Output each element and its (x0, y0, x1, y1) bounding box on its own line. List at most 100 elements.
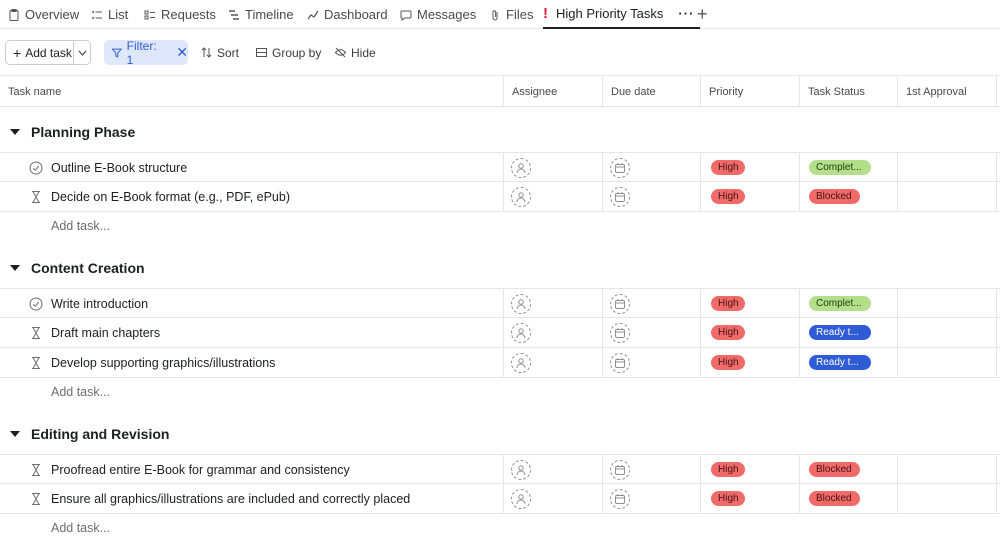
add-task-button[interactable]: + Add task (6, 41, 74, 64)
collapse-triangle-icon[interactable] (10, 129, 20, 135)
calendar-icon[interactable] (610, 293, 630, 314)
tab-files[interactable]: Files (489, 0, 533, 29)
calendar-icon[interactable] (610, 488, 630, 509)
more-options-icon[interactable]: ··· (678, 6, 694, 21)
assignee-cell[interactable] (511, 289, 531, 318)
tab-high-priority-tasks[interactable]: ! High Priority Tasks ··· (543, 0, 701, 29)
due-date-cell[interactable] (610, 455, 630, 484)
add-task-dropdown[interactable] (74, 41, 90, 64)
section-header[interactable]: Planning Phase (10, 124, 135, 140)
task-name-cell[interactable]: Write introduction (29, 289, 148, 318)
collapse-triangle-icon[interactable] (10, 431, 20, 437)
task-name-cell[interactable]: Ensure all graphics/illustrations are in… (29, 484, 410, 513)
due-date-cell[interactable] (610, 348, 630, 377)
assignee-placeholder-icon[interactable] (511, 352, 531, 373)
tab-requests[interactable]: Requests (144, 0, 216, 29)
table-row[interactable]: Develop supporting graphics/illustration… (0, 348, 1000, 378)
section-header[interactable]: Editing and Revision (10, 426, 169, 442)
priority-cell[interactable]: High (711, 289, 745, 318)
tab-messages[interactable]: Messages (400, 0, 476, 29)
status-cell[interactable]: Complet... (809, 153, 871, 182)
task-name[interactable]: Ensure all graphics/illustrations are in… (51, 492, 410, 506)
calendar-icon[interactable] (610, 459, 630, 480)
priority-cell[interactable]: High (711, 153, 745, 182)
tab-timeline[interactable]: Timeline (228, 0, 294, 29)
approval-cell[interactable] (898, 455, 996, 484)
assignee-placeholder-icon[interactable] (511, 293, 531, 314)
task-name[interactable]: Proofread entire E-Book for grammar and … (51, 463, 350, 477)
section-header[interactable]: Content Creation (10, 260, 145, 276)
task-name-cell[interactable]: Proofread entire E-Book for grammar and … (29, 455, 350, 484)
tab-overview[interactable]: Overview (8, 0, 79, 29)
add-tab-icon[interactable]: + (697, 5, 708, 23)
approval-cell[interactable] (898, 182, 996, 211)
assignee-cell[interactable] (511, 348, 531, 377)
due-date-cell[interactable] (610, 182, 630, 211)
status-cell[interactable]: Complet... (809, 289, 871, 318)
group-by-button[interactable]: Group by (256, 40, 321, 65)
assignee-cell[interactable] (511, 318, 531, 347)
assignee-placeholder-icon[interactable] (511, 322, 531, 343)
table-row[interactable]: Draft main chapters High Ready t... (0, 318, 1000, 348)
task-name[interactable]: Develop supporting graphics/illustration… (51, 356, 275, 370)
clear-filter-icon[interactable]: ✕ (176, 44, 188, 61)
task-name[interactable]: Write introduction (51, 297, 148, 311)
assignee-placeholder-icon[interactable] (511, 459, 531, 480)
assignee-placeholder-icon[interactable] (511, 157, 531, 178)
check-circle-icon[interactable] (29, 297, 43, 311)
assignee-placeholder-icon[interactable] (511, 186, 531, 207)
column-header-task-status[interactable]: Task Status (799, 76, 897, 107)
calendar-icon[interactable] (610, 157, 630, 178)
add-task-link[interactable]: Add task... (51, 521, 110, 535)
assignee-cell[interactable] (511, 153, 531, 182)
table-row[interactable]: Proofread entire E-Book for grammar and … (0, 454, 1000, 485)
table-row[interactable]: Decide on E-Book format (e.g., PDF, ePub… (0, 182, 1000, 212)
due-date-cell[interactable] (610, 153, 630, 182)
hide-button[interactable]: Hide (335, 40, 376, 65)
column-header-1st-approval[interactable]: 1st Approval (897, 76, 996, 107)
table-row[interactable]: Write introduction High Complet... (0, 288, 1000, 319)
calendar-icon[interactable] (610, 186, 630, 207)
due-date-cell[interactable] (610, 318, 630, 347)
task-name-cell[interactable]: Outline E-Book structure (29, 153, 187, 182)
column-header-due-date[interactable]: Due date (602, 76, 700, 107)
task-name-cell[interactable]: Decide on E-Book format (e.g., PDF, ePub… (29, 182, 290, 211)
task-name[interactable]: Draft main chapters (51, 326, 160, 340)
approval-cell[interactable] (898, 153, 996, 182)
assignee-placeholder-icon[interactable] (511, 488, 531, 509)
add-task-link[interactable]: Add task... (51, 219, 110, 233)
column-header-priority[interactable]: Priority (700, 76, 799, 107)
add-task-link[interactable]: Add task... (51, 385, 110, 399)
approval-cell[interactable] (898, 289, 996, 318)
task-name[interactable]: Decide on E-Book format (e.g., PDF, ePub… (51, 190, 290, 204)
column-header-assignee[interactable]: Assignee (503, 76, 602, 107)
priority-cell[interactable]: High (711, 484, 745, 513)
priority-cell[interactable]: High (711, 182, 745, 211)
assignee-cell[interactable] (511, 455, 531, 484)
assignee-cell[interactable] (511, 484, 531, 513)
priority-cell[interactable]: High (711, 318, 745, 347)
due-date-cell[interactable] (610, 289, 630, 318)
calendar-icon[interactable] (610, 322, 630, 343)
due-date-cell[interactable] (610, 484, 630, 513)
status-cell[interactable]: Blocked (809, 455, 860, 484)
task-name[interactable]: Outline E-Book structure (51, 161, 187, 175)
assignee-cell[interactable] (511, 182, 531, 211)
sort-button[interactable]: Sort (201, 40, 239, 65)
status-cell[interactable]: Blocked (809, 182, 860, 211)
calendar-icon[interactable] (610, 352, 630, 373)
tab-list[interactable]: List (91, 0, 128, 29)
status-cell[interactable]: Ready t... (809, 318, 871, 347)
check-circle-icon[interactable] (29, 161, 43, 175)
status-cell[interactable]: Blocked (809, 484, 860, 513)
filter-button[interactable]: Filter: 1 ✕ (104, 39, 188, 67)
task-name-cell[interactable]: Develop supporting graphics/illustration… (29, 348, 275, 377)
column-header-task-name[interactable]: Task name (0, 76, 503, 107)
tab-dashboard[interactable]: Dashboard (307, 0, 388, 29)
approval-cell[interactable] (898, 318, 996, 347)
approval-cell[interactable] (898, 348, 996, 377)
status-cell[interactable]: Ready t... (809, 348, 871, 377)
table-row[interactable]: Ensure all graphics/illustrations are in… (0, 484, 1000, 514)
table-row[interactable]: Outline E-Book structure High Complet... (0, 152, 1000, 183)
collapse-triangle-icon[interactable] (10, 265, 20, 271)
